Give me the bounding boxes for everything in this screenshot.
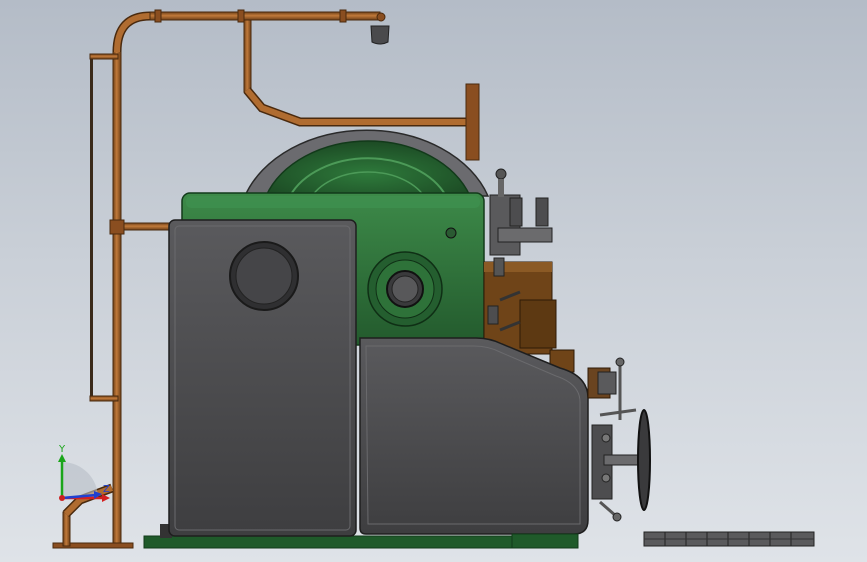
view-orientation-triad: Y Z — [58, 444, 110, 502]
graphics-viewport[interactable]: Y Z — [0, 0, 867, 562]
z-axis-label: Z — [103, 484, 110, 495]
handwheel-assembly[interactable] — [587, 357, 651, 522]
floor-rail[interactable] — [643, 531, 815, 547]
drum-cover[interactable] — [243, 129, 490, 197]
machine-model[interactable] — [0, 0, 867, 562]
cabinet-left[interactable] — [168, 219, 357, 537]
carriage-housing[interactable] — [359, 337, 589, 549]
y-axis-label: Y — [58, 444, 66, 455]
